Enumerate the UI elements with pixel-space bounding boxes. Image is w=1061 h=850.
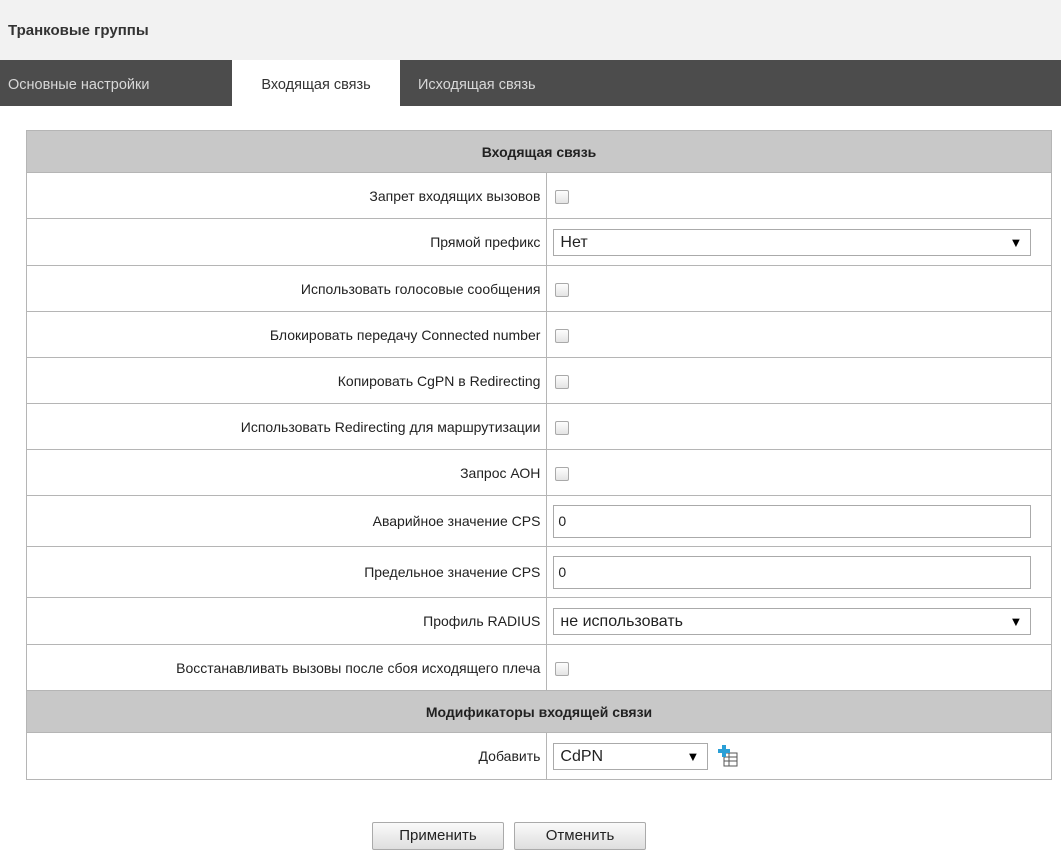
limit-cps-input[interactable]: 0 (553, 555, 1032, 589)
settings-panel: Входящая связь Запрет входящих вызовов П… (25, 130, 1052, 780)
dropdown-arrow-icon: ▼ (1009, 234, 1023, 250)
cancel-button[interactable]: Отменить (514, 822, 646, 850)
tabs-bar: Основные настройки Входящая связь Исходя… (0, 60, 1061, 110)
use-voice-messages-checkbox[interactable] (555, 282, 570, 297)
label-add-modifier: Добавить (25, 732, 548, 780)
modifier-type-value: CdPN (560, 747, 604, 765)
tab-incoming[interactable]: Входящая связь (232, 60, 400, 110)
add-modifier-icon[interactable] (718, 745, 738, 767)
use-redirecting-checkbox[interactable] (555, 420, 570, 435)
dropdown-arrow-icon: ▼ (1009, 613, 1023, 629)
label-use-redirecting: Использовать Redirecting для маршрутизац… (25, 403, 548, 450)
label-copy-cgpn: Копировать CgPN в Redirecting (25, 357, 548, 404)
alarm-cps-input[interactable]: 0 (553, 504, 1032, 538)
label-alarm-cps: Аварийное значение CPS (25, 495, 548, 547)
restore-calls-checkbox[interactable] (555, 661, 570, 676)
label-deny-incoming: Запрет входящих вызовов (25, 172, 548, 219)
direct-prefix-value: Нет (560, 233, 588, 251)
modifier-type-select[interactable]: CdPN ▼ (553, 742, 709, 770)
copy-cgpn-checkbox[interactable] (555, 374, 570, 389)
label-direct-prefix: Прямой префикс (25, 218, 548, 266)
label-limit-cps: Предельное значение CPS (25, 546, 548, 598)
tab-basic-settings[interactable]: Основные настройки (0, 60, 224, 106)
block-connected-number-checkbox[interactable] (555, 328, 570, 343)
radius-profile-select[interactable]: не использовать ▼ (553, 607, 1032, 635)
radius-profile-value: не использовать (560, 612, 683, 630)
tab-outgoing[interactable]: Исходящая связь (410, 60, 600, 106)
label-restore-calls: Восстанавливать вызовы после сбоя исходя… (25, 644, 548, 691)
label-use-voice-messages: Использовать голосовые сообщения (25, 265, 548, 312)
label-block-connected-number: Блокировать передачу Connected number (25, 311, 548, 358)
direct-prefix-select[interactable]: Нет ▼ (553, 228, 1032, 256)
page-title: Транковые группы (8, 22, 149, 39)
aon-request-checkbox[interactable] (555, 466, 570, 481)
label-aon-request: Запрос АОН (25, 449, 548, 496)
section-header-incoming: Входящая связь (26, 130, 1052, 173)
settings-table: Входящая связь Запрет входящих вызовов П… (25, 130, 1052, 780)
deny-incoming-checkbox[interactable] (555, 189, 570, 204)
section-header-modifiers: Модификаторы входящей связи (26, 690, 1052, 733)
apply-button[interactable]: Применить (372, 822, 504, 850)
dropdown-arrow-icon: ▼ (686, 748, 700, 764)
label-radius-profile: Профиль RADIUS (25, 597, 548, 645)
title-bar: Транковые группы (0, 0, 1061, 60)
